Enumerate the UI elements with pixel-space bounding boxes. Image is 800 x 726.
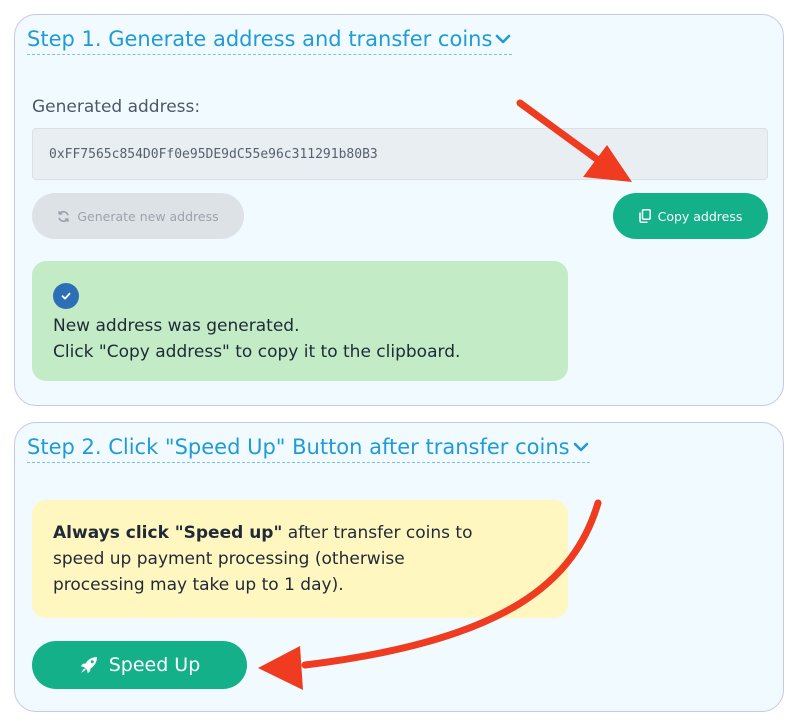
step1-title[interactable]: Step 1. Generate address and transfer co… [27, 27, 513, 55]
refresh-icon [57, 210, 70, 223]
copy-button-label: Copy address [657, 208, 743, 224]
warning-text: after transfer coins to [282, 523, 473, 543]
warning-line3: processing may take up to 1 day). [53, 575, 344, 595]
step1-title-text: Step 1. Generate address and transfer co… [27, 27, 493, 51]
rocket-icon [79, 655, 99, 675]
step1-panel: Step 1. Generate address and transfer co… [14, 14, 784, 406]
warning-line2: speed up payment processing (otherwise [53, 549, 405, 569]
address-label: Generated address: [32, 97, 201, 117]
success-message-line1: New address was generated. [53, 316, 300, 336]
generated-address-field[interactable] [32, 128, 768, 180]
step2-title-text: Step 2. Click "Speed Up" Button after tr… [27, 435, 570, 459]
success-message-line2: Click "Copy address" to copy it to the c… [53, 342, 461, 362]
step2-title[interactable]: Step 2. Click "Speed Up" Button after tr… [27, 435, 590, 463]
generate-new-address-button[interactable]: Generate new address [32, 193, 244, 239]
chevron-down-icon [496, 34, 511, 44]
step2-panel: Step 2. Click "Speed Up" Button after tr… [14, 422, 784, 712]
warning-line1: Always click "Speed up" after transfer c… [53, 520, 550, 546]
copy-icon [638, 209, 651, 223]
check-icon [53, 283, 79, 309]
success-alert: New address was generated. Click "Copy a… [32, 261, 568, 381]
chevron-down-icon [573, 442, 588, 452]
speed-up-button[interactable]: Speed Up [32, 641, 247, 689]
copy-address-button[interactable]: Copy address [613, 193, 768, 239]
warning-bold-text: Always click "Speed up" [53, 523, 283, 543]
warning-alert: Always click "Speed up" after transfer c… [32, 500, 568, 618]
speed-up-label: Speed Up [108, 654, 201, 676]
generate-button-label: Generate new address [77, 208, 219, 224]
